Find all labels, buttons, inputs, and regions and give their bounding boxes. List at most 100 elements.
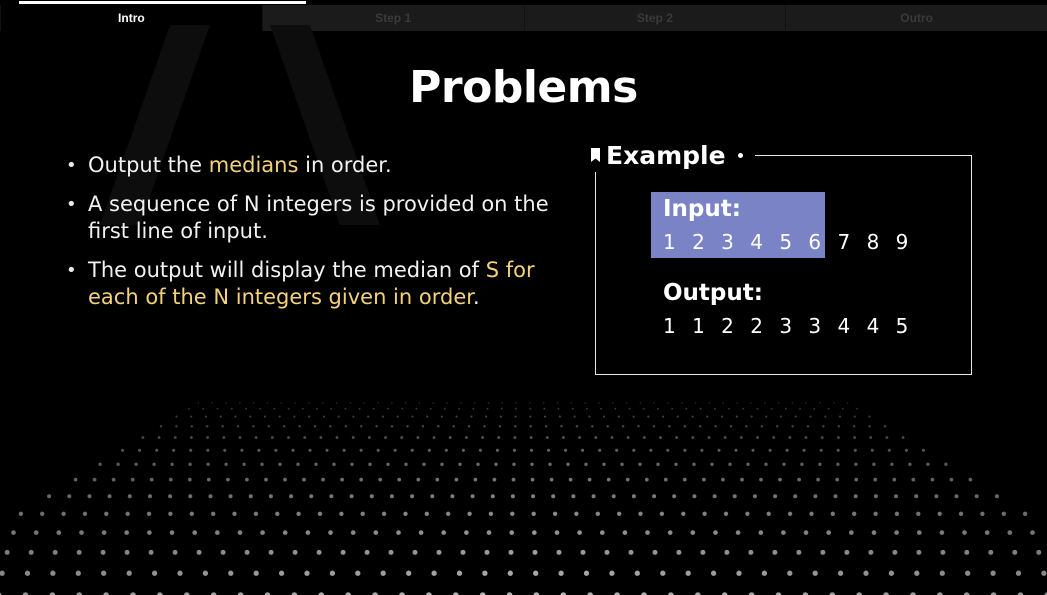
dot-icon: [737, 152, 743, 158]
floor-dot: [359, 477, 364, 482]
floor-dot: [314, 462, 318, 466]
floor-dot: [837, 425, 841, 428]
floor-dot: [75, 570, 81, 576]
floor-dot: [485, 415, 488, 418]
floor-dot: [400, 436, 404, 439]
floor-dot: [530, 462, 534, 466]
floor-dot: [381, 511, 387, 516]
floor-dot: [292, 549, 298, 555]
floor-dot: [642, 407, 645, 410]
floor-dot: [498, 425, 502, 428]
floor-dot: [268, 494, 273, 499]
floor-dot: [403, 511, 408, 516]
floor-dot: [937, 511, 942, 516]
tab-step-1-label: Step 1: [375, 11, 412, 25]
floor-dot: [921, 448, 925, 452]
floor-dot: [175, 425, 178, 428]
tab-step-1[interactable]: Step 1: [261, 5, 524, 31]
floor-dot: [542, 402, 545, 404]
floor-dot: [270, 436, 274, 439]
floor-dot: [735, 530, 741, 535]
floor-dot: [724, 549, 730, 555]
floor-dot: [994, 494, 999, 499]
floor-dot: [885, 436, 889, 439]
floor-dot: [691, 436, 695, 439]
floor-dot: [766, 511, 771, 516]
floor-dot: [797, 477, 801, 482]
floor-dot: [387, 407, 389, 410]
floor-dot: [529, 448, 534, 452]
floor-dot: [440, 415, 443, 418]
floor-dot: [746, 462, 750, 466]
floor-dot: [236, 425, 240, 428]
floor-dot: [699, 407, 702, 410]
floor-dot: [252, 402, 255, 404]
floor-dot: [473, 477, 478, 482]
floor-dot: [642, 436, 646, 439]
tab-intro[interactable]: Intro: [0, 1, 306, 31]
floor-dot: [412, 549, 418, 555]
floor-dot: [349, 494, 354, 499]
floor-dot: [739, 436, 743, 439]
floor-dot: [1041, 570, 1047, 576]
floor-dot: [316, 549, 322, 555]
floor-dot: [305, 530, 311, 535]
floor-dot: [930, 477, 935, 482]
floor-dot: [690, 530, 696, 535]
floor-dot: [411, 415, 414, 418]
floor-dot: [404, 402, 407, 404]
floor-dot: [911, 477, 916, 482]
floor-dot: [552, 511, 558, 516]
floor-dot: [530, 477, 535, 482]
floor-dot: [189, 511, 194, 516]
floor-dot: [260, 462, 264, 466]
floor-dot: [155, 448, 159, 452]
floor-dot: [216, 407, 219, 410]
floor-dot: [870, 448, 874, 452]
floor-dot: [638, 462, 642, 466]
floor-dot: [476, 462, 480, 466]
floor-dot: [175, 415, 178, 418]
floor-dot: [508, 549, 514, 555]
floor-dot: [676, 415, 679, 418]
floor-dot: [584, 462, 588, 466]
floor-dot: [939, 570, 945, 576]
floor-dot: [554, 530, 560, 535]
floor-dot: [533, 570, 539, 576]
floor-dot: [778, 477, 782, 482]
floor-dot: [456, 570, 463, 576]
floor-dot: [1030, 530, 1035, 535]
floor-dot: [211, 511, 216, 516]
floor-dot: [444, 448, 448, 452]
floor-dot: [308, 448, 312, 452]
floor-dot: [890, 462, 894, 466]
floor-dot: [916, 549, 922, 555]
floor-dot: [364, 549, 370, 555]
floor-dot: [220, 549, 226, 555]
floor-dot: [313, 425, 317, 428]
floor-dot: [208, 494, 213, 499]
floor-dot: [335, 402, 338, 404]
floor-dot: [751, 448, 755, 452]
floor-dot: [848, 530, 854, 535]
tab-step-2[interactable]: Step 2: [523, 5, 786, 31]
floor-dot: [892, 549, 898, 555]
floor-dot: [465, 436, 468, 439]
floor-dot: [390, 425, 394, 428]
floor-dot: [949, 477, 954, 482]
floor-dot: [871, 530, 877, 535]
floor-dot: [914, 494, 919, 499]
floor-dot: [544, 415, 547, 418]
floor-dot: [735, 415, 738, 418]
floor-dot: [745, 425, 748, 428]
floor-dot: [617, 415, 620, 418]
floor-dot: [583, 570, 590, 576]
floor-dot: [612, 402, 614, 404]
floor-dot: [974, 494, 979, 499]
tab-outro[interactable]: Outro: [785, 5, 1047, 31]
floor-dot: [509, 530, 515, 535]
floor-dot: [377, 402, 379, 404]
floor-dot: [873, 511, 878, 516]
floor-dot: [752, 494, 757, 499]
bullet-item-medians: Output the medians in order.: [66, 152, 586, 179]
